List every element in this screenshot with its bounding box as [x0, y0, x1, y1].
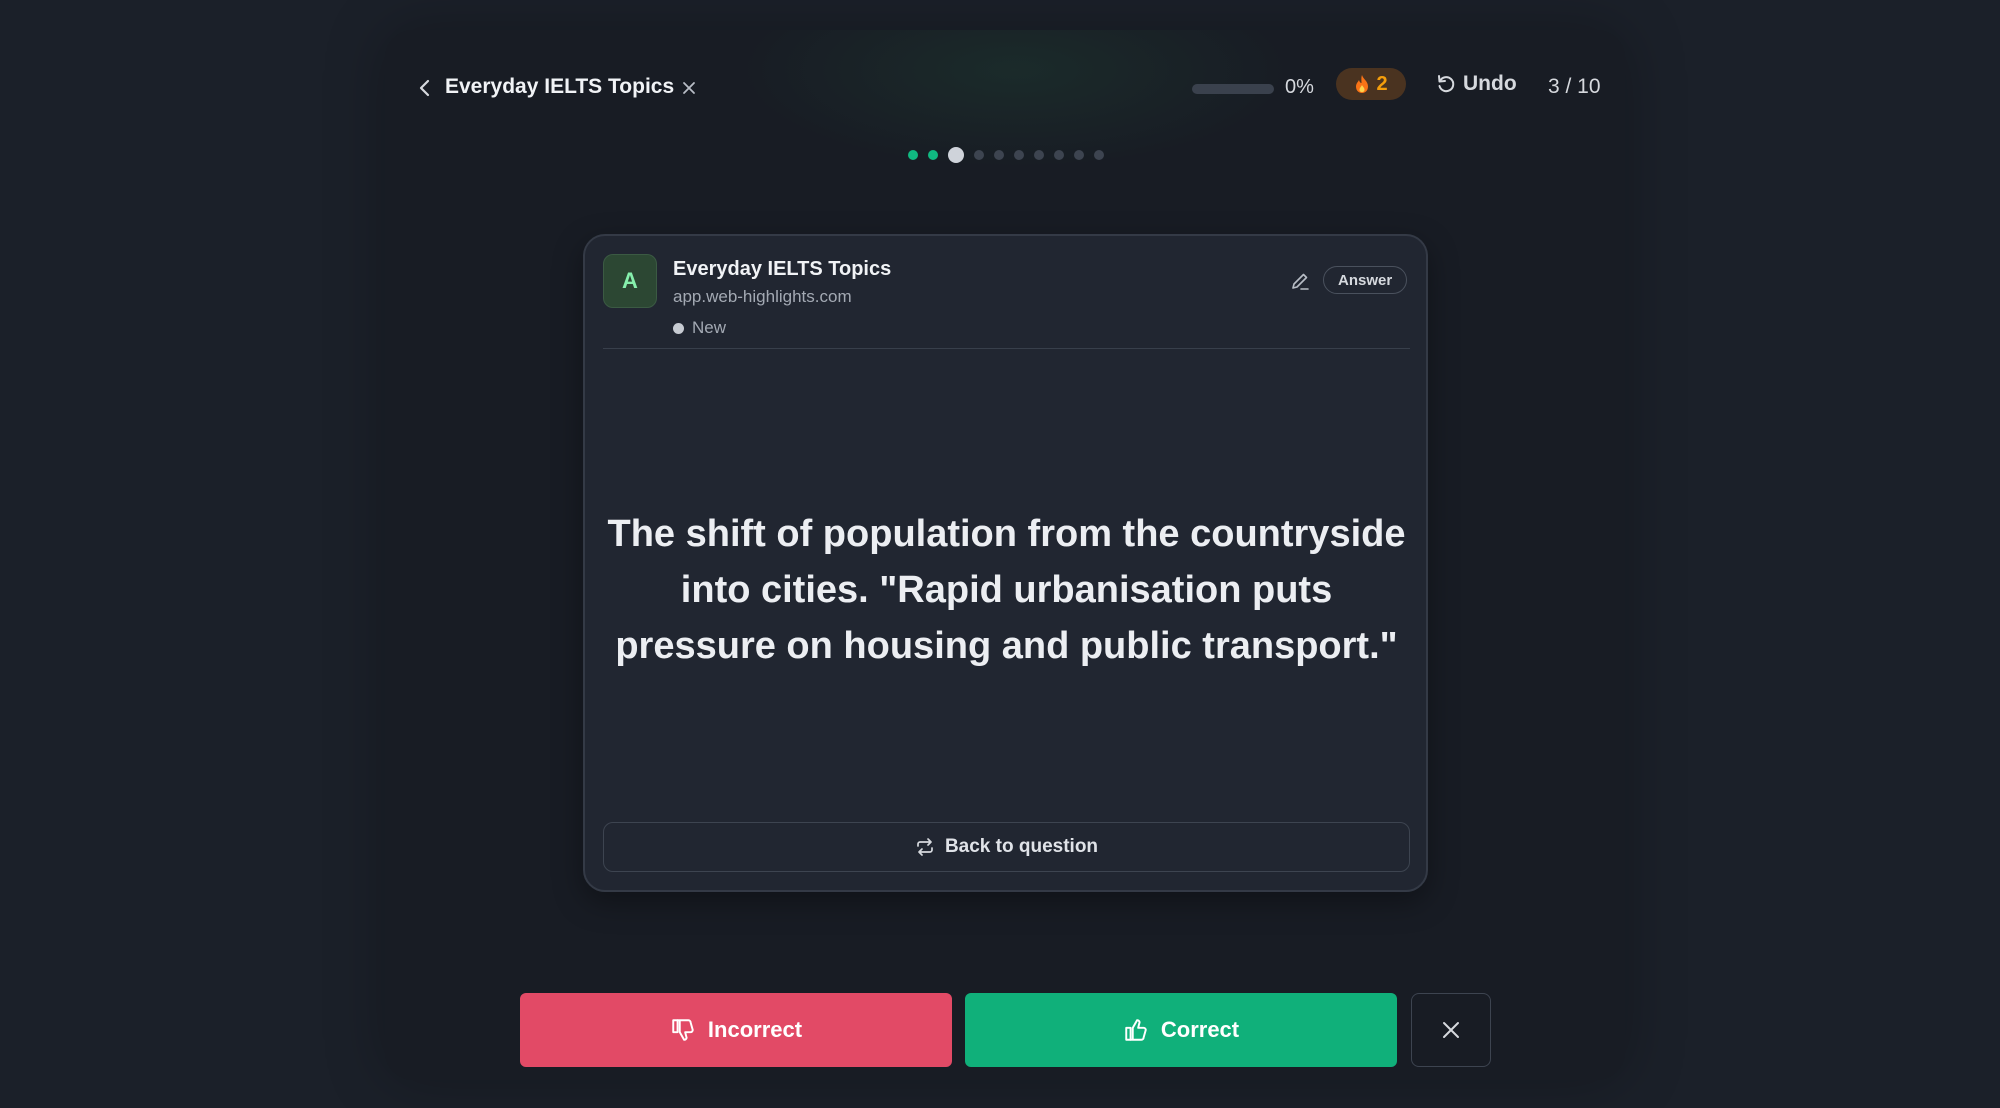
edit-card-button[interactable] [1285, 266, 1315, 296]
back-button[interactable] [411, 74, 439, 102]
progress-dot [1094, 150, 1104, 160]
progress-dots [908, 145, 1104, 165]
repeat-icon [917, 838, 933, 856]
flame-icon [1356, 75, 1369, 93]
status-dot-icon [673, 322, 684, 334]
streak-badge: 2 [1336, 68, 1406, 100]
undo-label: Undo [1463, 72, 1517, 95]
card-divider [603, 348, 1410, 349]
incorrect-label: Incorrect [707, 1017, 803, 1042]
thumbs-down-icon [672, 1019, 694, 1041]
undo-button[interactable]: Undo [1435, 68, 1517, 100]
progress-dot [928, 150, 938, 160]
progress-dot [908, 150, 918, 160]
undo-icon [1438, 75, 1455, 93]
progress-dot [1054, 150, 1064, 160]
close-deck-button[interactable] [675, 74, 703, 102]
status-badge: New [673, 318, 726, 338]
progress-dot [994, 150, 1004, 160]
progress-dot [1014, 150, 1024, 160]
card-answer-text: The shift of population from the country… [607, 513, 1406, 667]
source-url: app.web-highlights.com [673, 287, 852, 306]
dismiss-button[interactable] [1411, 993, 1491, 1067]
progress-dot [974, 150, 984, 160]
deck-title: Everyday IELTS Topics [445, 75, 675, 98]
review-header: Everyday IELTS Topics 0% 2 Undo 3 / 10 [385, 64, 1625, 112]
progress-dot [1074, 150, 1084, 160]
streak-count: 2 [1376, 72, 1388, 95]
back-to-question-label: Back to question [944, 836, 1099, 857]
chevron-left-icon [419, 79, 430, 97]
progress-dot [1034, 150, 1044, 160]
back-to-question-button[interactable]: Back to question [603, 822, 1410, 872]
correct-button[interactable]: Correct [965, 993, 1397, 1067]
card-side-badge: Answer [1323, 266, 1408, 294]
close-icon [683, 82, 695, 94]
source-avatar: A [603, 254, 657, 308]
status-label: New [692, 318, 727, 337]
close-icon [1443, 1022, 1459, 1038]
card-counter: 3 / 10 [1548, 75, 1601, 98]
thumbs-up-icon [1125, 1019, 1147, 1041]
progress-dot-current [948, 147, 964, 163]
flashcard: A Everyday IELTS Topics app.web-highligh… [583, 234, 1428, 892]
progress-bar [1192, 84, 1274, 94]
progress-percent: 0% [1285, 76, 1314, 98]
pencil-icon [1292, 273, 1309, 290]
source-title: Everyday IELTS Topics [673, 258, 892, 280]
correct-label: Correct [1160, 1017, 1240, 1042]
review-panel: Everyday IELTS Topics 0% 2 Undo 3 / 10 A… [385, 30, 1625, 1080]
incorrect-button[interactable]: Incorrect [520, 993, 952, 1067]
